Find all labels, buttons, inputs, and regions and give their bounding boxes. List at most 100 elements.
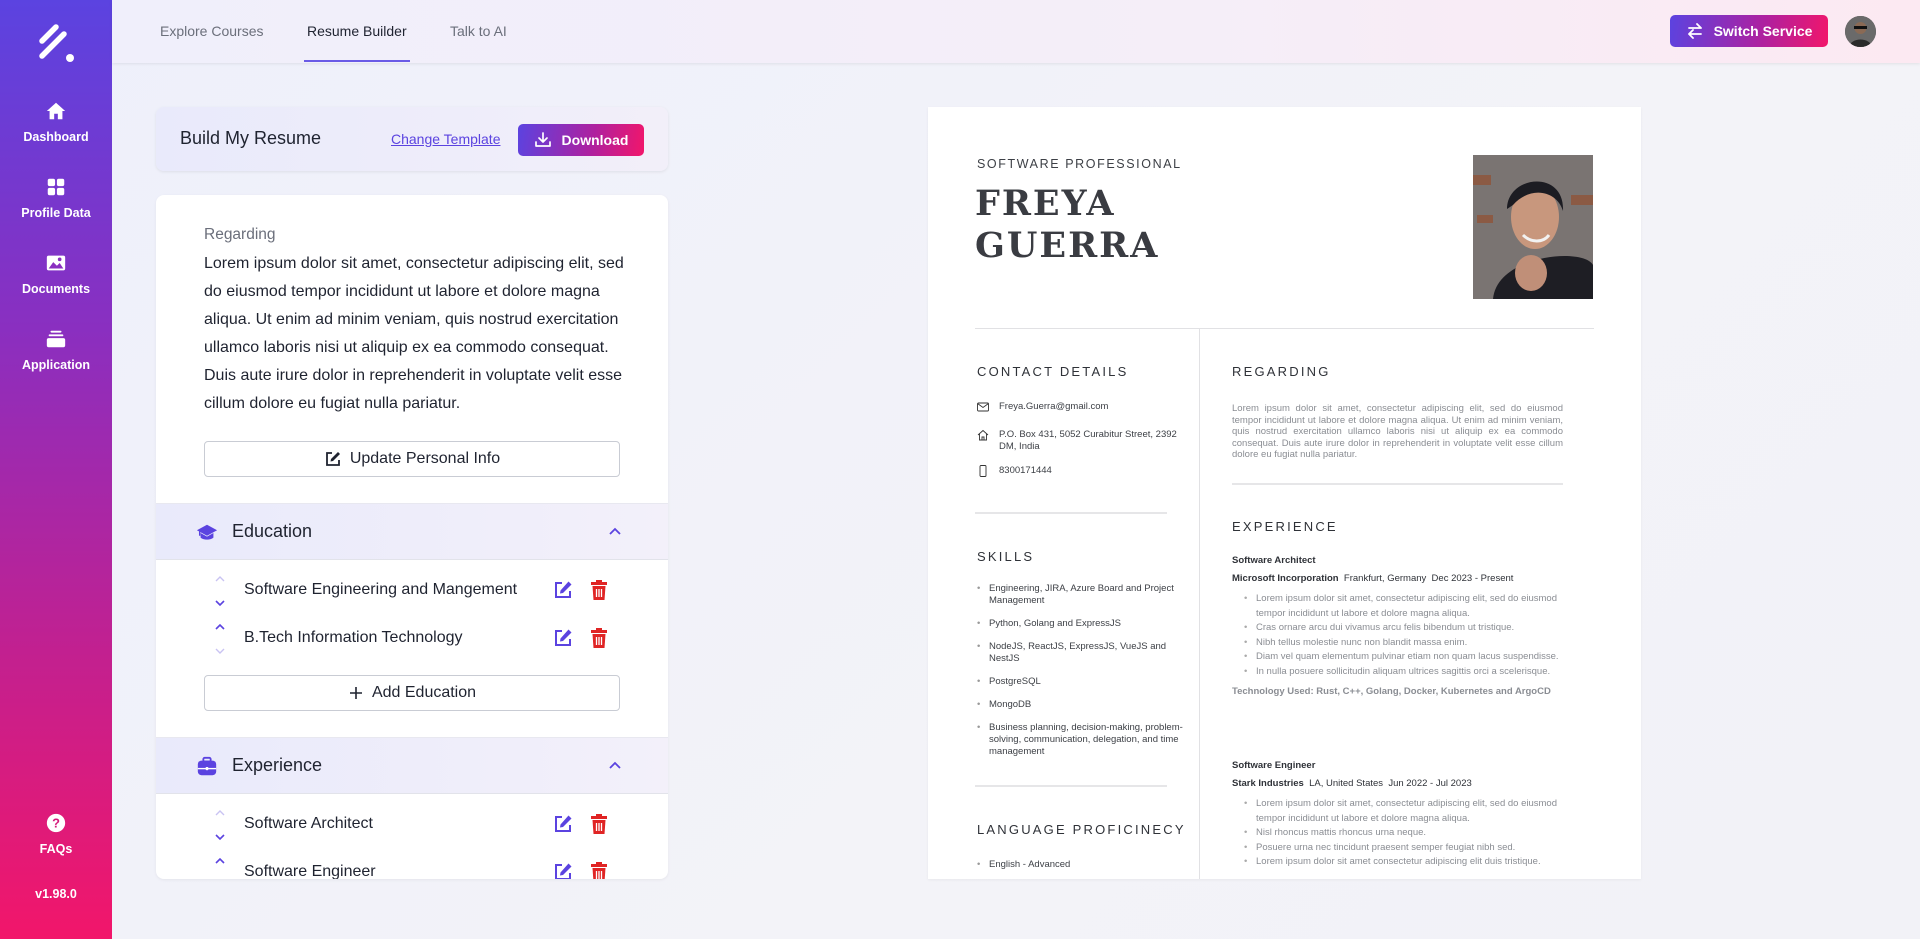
sidebar-item-dashboard[interactable]: Dashboard — [0, 100, 112, 146]
graduation-cap-icon — [196, 524, 218, 540]
job-meta: Stark Industries LA, United States Jun 2… — [1232, 778, 1572, 789]
job-bullet: In nulla posuere sollicitudin aliquam ul… — [1244, 665, 1562, 680]
trash-icon[interactable] — [590, 628, 608, 648]
resume-job: Software Architect Microsoft Incorporati… — [1232, 555, 1572, 697]
job-bullets: Lorem ipsum dolor sit amet, consectetur … — [1244, 592, 1562, 679]
profile-photo-image — [1473, 155, 1593, 299]
education-entry: Software Engineering and Mangement — [156, 571, 668, 611]
svg-text:?: ? — [52, 816, 60, 831]
resume-job: Software Engineer Stark Industries LA, U… — [1232, 760, 1572, 870]
edit-icon[interactable] — [553, 628, 573, 648]
resume-name: FREYA GUERRA — [975, 183, 1159, 267]
job-bullet: Nisl rhoncus mattis rhoncus urna neque. — [1244, 826, 1562, 841]
job-bullet: Cras ornare arcu dui vivamus arcu felis … — [1244, 621, 1562, 636]
resume-regarding-text: Lorem ipsum dolor sit amet, consectetur … — [1232, 403, 1563, 460]
job-location: LA, United States — [1309, 778, 1384, 789]
reorder-arrows-icon[interactable] — [213, 621, 227, 657]
trash-icon[interactable] — [590, 862, 608, 879]
regarding-text: Lorem ipsum dolor sit amet, consectetur … — [204, 255, 624, 412]
app-logo[interactable] — [34, 22, 78, 66]
job-bullet: Diam vel quam elementum pulvinar etiam n… — [1244, 650, 1562, 665]
download-icon — [534, 132, 551, 147]
job-bullet: Lorem ipsum dolor sit amet, consectetur … — [1244, 797, 1562, 826]
envelope-icon — [977, 402, 989, 412]
sidebar-item-documents[interactable]: Documents — [0, 252, 112, 298]
contact-phone: 8300171444 — [977, 465, 1187, 477]
experience-entry: Software Architect — [156, 805, 668, 845]
sidebar-item-label: FAQs — [39, 842, 73, 856]
sidebar-item-label: Documents — [21, 282, 91, 296]
trash-icon[interactable] — [590, 814, 608, 834]
add-education-button[interactable]: Add Education — [204, 675, 620, 711]
edit-icon[interactable] — [553, 814, 573, 834]
stack-icon — [46, 330, 66, 348]
education-section-title: Education — [232, 521, 313, 541]
skill-item: Python, Golang and ExpressJS — [977, 618, 1187, 630]
plus-icon — [349, 687, 362, 699]
briefcase-icon — [197, 756, 217, 776]
resume-last-name: GUERRA — [975, 225, 1160, 266]
switch-service-button[interactable]: Switch Service — [1670, 15, 1828, 47]
education-entry: B.Tech Information Technology — [156, 619, 668, 659]
job-bullet: Nibh tellus molestie nunc non blandit ma… — [1244, 636, 1562, 651]
tab-explore-courses[interactable]: Explore Courses — [160, 0, 264, 62]
reorder-arrows-icon[interactable] — [213, 573, 227, 609]
sidebar-item-profile-data[interactable]: Profile Data — [0, 176, 112, 222]
download-button[interactable]: Download — [518, 124, 644, 156]
resume-divider — [1232, 483, 1563, 485]
update-personal-info-button[interactable]: Update Personal Info — [204, 441, 620, 477]
sidebar-item-label: Profile Data — [21, 206, 91, 220]
sidebar: Dashboard Profile Data Documents Applica… — [0, 0, 112, 939]
education-section-header[interactable]: Education — [156, 503, 668, 560]
contact-email: Freya.Guerra@gmail.com — [977, 401, 1187, 413]
grid-icon — [47, 178, 65, 196]
user-avatar-image — [1845, 16, 1876, 47]
regarding-heading: REGARDING — [1232, 364, 1331, 379]
job-title: Software Engineer — [1232, 760, 1316, 771]
reorder-arrows-icon[interactable] — [213, 855, 227, 879]
question-circle-icon: ? — [46, 813, 66, 833]
edit-icon[interactable] — [553, 862, 573, 879]
resume-editor-panel: Regarding Lorem ipsum dolor sit amet, co… — [156, 195, 668, 879]
experience-entry: Software Engineer — [156, 853, 668, 879]
job-dates: Dec 2023 - Present — [1431, 573, 1514, 584]
trash-icon[interactable] — [590, 580, 608, 600]
skill-item: NodeJS, ReactJS, ExpressJS, VueJS and Ne… — [977, 641, 1187, 665]
sidebar-item-application[interactable]: Application — [0, 328, 112, 374]
job-location: Frankfurt, Germany — [1343, 573, 1427, 584]
edit-icon[interactable] — [553, 580, 573, 600]
edit-icon — [325, 452, 340, 466]
tab-talk-to-ai[interactable]: Talk to AI — [450, 0, 507, 62]
resume-photo — [1473, 155, 1593, 299]
swap-arrows-icon — [1687, 23, 1702, 39]
change-template-link[interactable]: Change Template — [391, 131, 500, 147]
experience-entry-title: Software Engineer — [244, 863, 376, 879]
job-company: Microsoft Incorporation — [1232, 573, 1339, 584]
job-bullet: Posuere urna nec tincidunt praesent semp… — [1244, 841, 1562, 856]
sidebar-item-label: Application — [21, 358, 91, 372]
sidebar-item-faqs[interactable]: ? FAQs — [0, 812, 112, 858]
update-personal-info-label: Update Personal Info — [349, 450, 501, 467]
experience-entry-title: Software Architect — [244, 815, 373, 832]
reorder-arrows-icon[interactable] — [213, 807, 227, 843]
experience-section-header[interactable]: Experience — [156, 737, 668, 794]
contact-heading: CONTACT DETAILS — [977, 364, 1129, 379]
resume-column-divider — [1199, 328, 1200, 879]
resume-divider — [975, 785, 1167, 787]
chevron-up-icon[interactable] — [608, 526, 622, 536]
user-avatar[interactable] — [1845, 16, 1876, 47]
image-icon — [46, 255, 66, 271]
language-item: English - Advanced — [977, 859, 1070, 870]
skills-list: Engineering, JIRA, Azure Board and Proje… — [977, 583, 1187, 769]
contact-address-text: P.O. Box 431, 5052 Curabitur Street, 239… — [999, 429, 1177, 452]
chevron-up-icon[interactable] — [608, 760, 622, 770]
resume-first-name: FREYA — [975, 183, 1116, 224]
job-bullet: Lorem ipsum dolor sit amet, consectetur … — [1244, 592, 1562, 621]
resume-preview[interactable]: SOFTWARE PROFESSIONAL FREYA GUERRA CONTA… — [928, 107, 1641, 879]
contact-email-text: Freya.Guerra@gmail.com — [999, 401, 1109, 412]
job-bullet: Lorem ipsum dolor sit amet consectetur a… — [1244, 855, 1562, 870]
contact-address: P.O. Box 431, 5052 Curabitur Street, 239… — [977, 429, 1187, 453]
top-navbar: Explore Courses Resume Builder Talk to A… — [112, 0, 1920, 63]
page-title: Build My Resume — [180, 128, 322, 148]
tab-resume-builder[interactable]: Resume Builder — [304, 0, 410, 62]
